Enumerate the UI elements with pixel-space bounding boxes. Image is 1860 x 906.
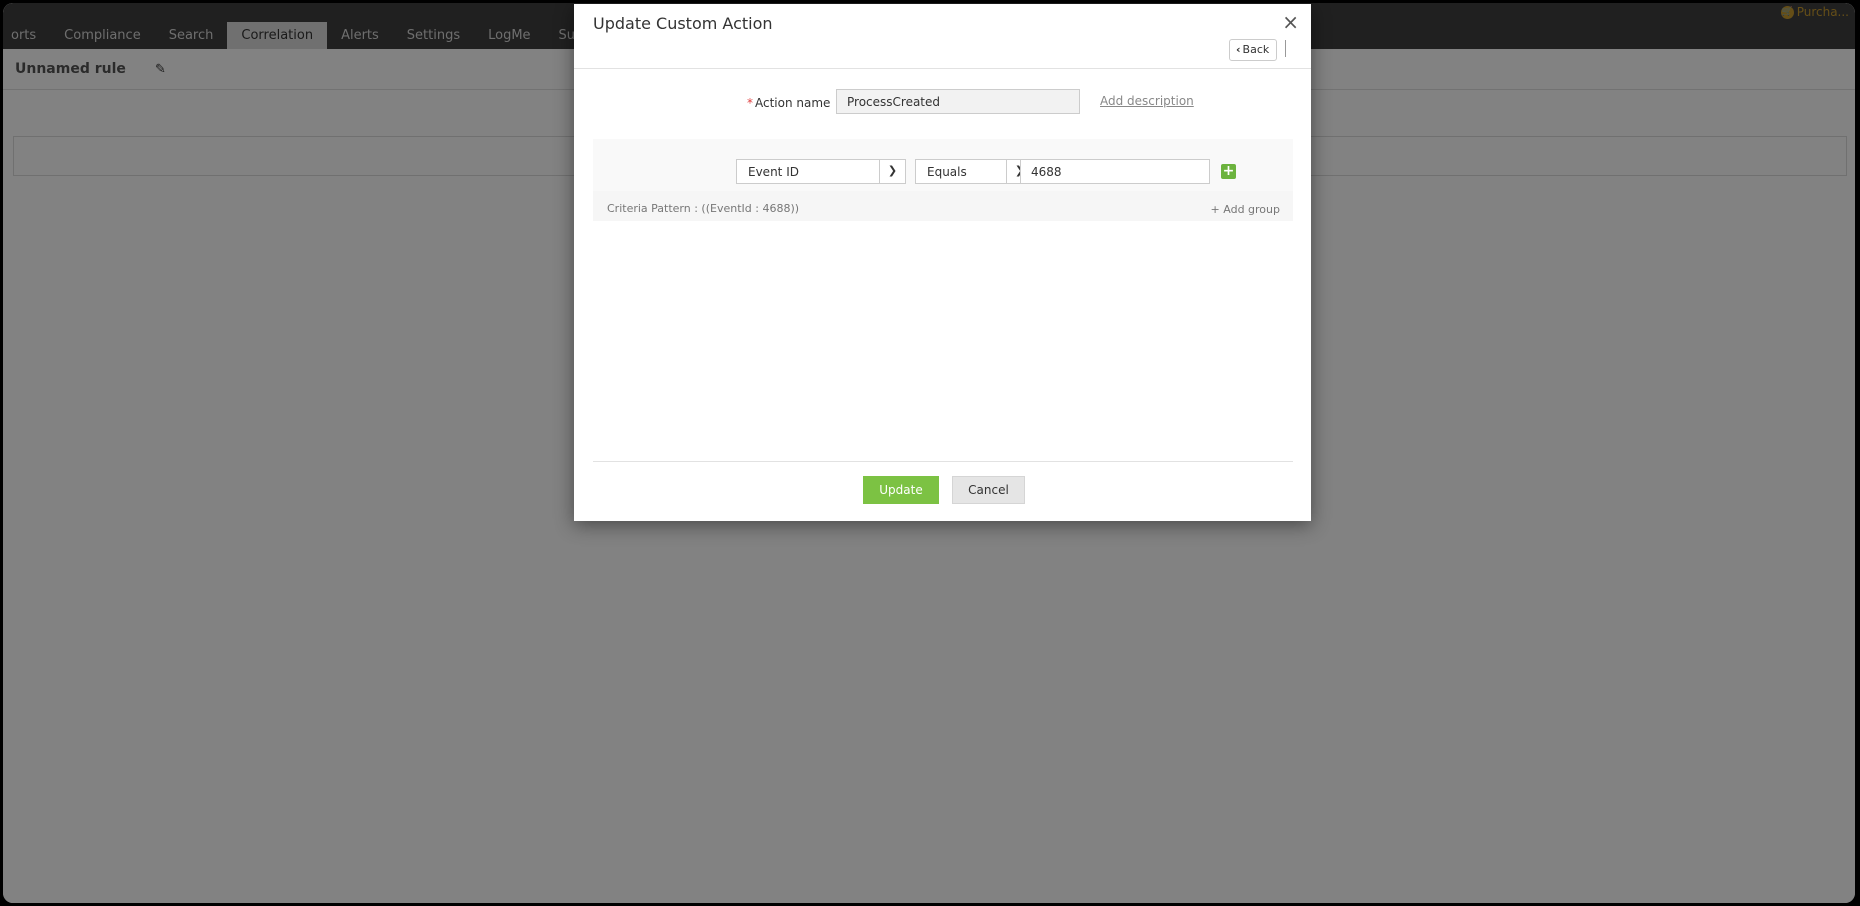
field-select[interactable]: Event ID ❯ <box>736 159 906 184</box>
back-label: Back <box>1242 43 1270 56</box>
add-criteria-button[interactable]: + <box>1221 164 1236 179</box>
add-description-link[interactable]: Add description <box>1100 94 1194 108</box>
plus-icon: + <box>1210 203 1220 216</box>
field-select-value: Event ID <box>748 165 799 179</box>
footer-separator <box>593 461 1293 462</box>
header-divider <box>1285 40 1286 57</box>
action-name-label: * Action name <box>747 96 830 110</box>
operator-select-value: Equals <box>927 165 967 179</box>
back-button[interactable]: ‹ Back <box>1229 39 1278 61</box>
add-group-label: Add group <box>1223 203 1280 216</box>
update-custom-action-dialog: Update Custom Action × ‹ Back * Action nam… <box>574 4 1311 521</box>
criteria-row: Event ID ❯ Equals ❯ + <box>593 139 1293 191</box>
action-name-text: Action name <box>755 96 831 110</box>
operator-select[interactable]: Equals ❯ <box>915 159 1033 184</box>
required-mark: * <box>747 96 753 110</box>
cancel-button[interactable]: Cancel <box>952 476 1025 504</box>
app-frame: orts Compliance Search Correlation Alert… <box>3 3 1855 903</box>
chevron-left-icon: ‹ <box>1236 43 1241 56</box>
criteria-pattern: Criteria Pattern : ((EventId : 4688)) <box>607 202 800 215</box>
close-icon[interactable]: × <box>1282 12 1299 32</box>
criteria-panel: Event ID ❯ Equals ❯ + Criteria Pattern :… <box>593 139 1293 221</box>
header-separator <box>574 68 1311 69</box>
action-name-input[interactable] <box>836 89 1080 114</box>
dialog-title: Update Custom Action <box>593 14 773 33</box>
add-group-link[interactable]: + Add group <box>1211 203 1280 216</box>
update-button[interactable]: Update <box>863 476 939 504</box>
criteria-value-input[interactable] <box>1020 159 1210 184</box>
chevron-down-icon: ❯ <box>879 160 905 183</box>
